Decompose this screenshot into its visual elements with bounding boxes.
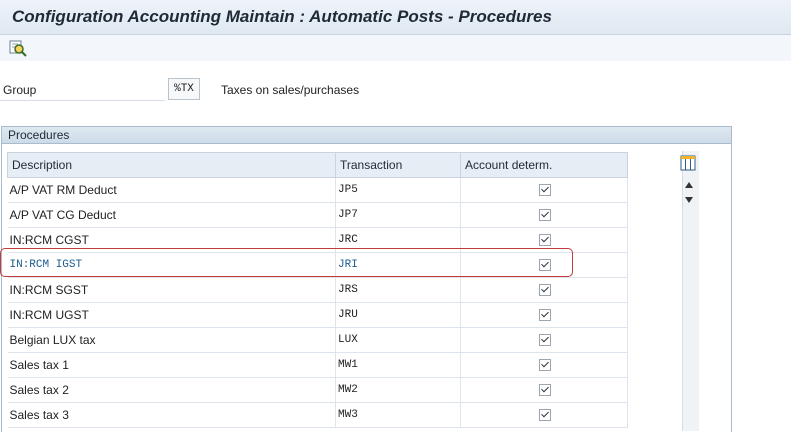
scroll-up-icon[interactable] [683, 180, 695, 190]
account-determ-checkbox[interactable] [539, 234, 551, 246]
column-header-transaction[interactable]: Transaction [335, 152, 461, 178]
table-header-row: Description Transaction Account determ. [7, 152, 628, 178]
table-settings-icon[interactable] [680, 155, 696, 171]
table-row[interactable]: IN:RCM CGST JRC [7, 227, 628, 253]
description-cell[interactable]: Sales tax 3 [7, 402, 336, 428]
table-row[interactable]: Belgian LUX tax LUX [7, 327, 628, 353]
account-determ-checkbox[interactable] [539, 384, 551, 396]
account-determ-checkbox[interactable] [539, 409, 551, 421]
table-row[interactable]: IN:RCM SGST JRS [7, 277, 628, 303]
column-header-description[interactable]: Description [7, 152, 336, 178]
description-cell[interactable]: A/P VAT CG Deduct [7, 202, 336, 228]
account-determ-cell [460, 352, 628, 378]
description-cell[interactable]: Belgian LUX tax [7, 327, 336, 353]
account-determ-cell [460, 252, 628, 278]
toolbar [0, 35, 791, 61]
account-determ-checkbox[interactable] [539, 284, 551, 296]
scrollbar[interactable] [682, 151, 699, 431]
description-cell[interactable]: A/P VAT RM Deduct [7, 177, 336, 203]
account-determ-cell [460, 202, 628, 228]
table-row[interactable]: A/P VAT CG Deduct JP7 [7, 202, 628, 228]
table-row[interactable]: Sales tax 1 MW1 [7, 352, 628, 378]
find-icon[interactable] [9, 39, 27, 57]
account-determ-checkbox[interactable] [539, 359, 551, 371]
procedures-panel: Procedures Description Transaction Accou… [1, 126, 732, 432]
procedures-table: Description Transaction Account determ. … [7, 152, 628, 428]
account-determ-checkbox[interactable] [539, 209, 551, 221]
transaction-cell[interactable]: JP5 [335, 177, 461, 203]
group-divider [0, 100, 165, 101]
transaction-cell[interactable]: JRS [335, 277, 461, 303]
procedures-title: Procedures [2, 127, 731, 144]
account-determ-checkbox[interactable] [539, 309, 551, 321]
account-determ-cell [460, 377, 628, 403]
account-determ-cell [460, 277, 628, 303]
account-determ-cell [460, 327, 628, 353]
description-cell[interactable]: Sales tax 2 [7, 377, 336, 403]
table-row[interactable]: IN:RCM IGST JRI [7, 252, 628, 278]
group-label: Group [3, 83, 37, 97]
title-bar: Configuration Accounting Maintain : Auto… [0, 0, 791, 35]
transaction-cell[interactable]: LUX [335, 327, 461, 353]
description-cell[interactable]: IN:RCM UGST [7, 302, 336, 328]
page-title: Configuration Accounting Maintain : Auto… [12, 7, 552, 26]
account-determ-checkbox[interactable] [539, 259, 551, 271]
table-row[interactable]: A/P VAT RM Deduct JP5 [7, 177, 628, 203]
table-row[interactable]: Sales tax 3 MW3 [7, 402, 628, 428]
account-determ-cell [460, 177, 628, 203]
transaction-cell[interactable]: MW2 [335, 377, 461, 403]
group-description: Taxes on sales/purchases [221, 83, 360, 97]
transaction-cell[interactable]: JRI [335, 252, 461, 278]
account-determ-cell [460, 302, 628, 328]
transaction-cell[interactable]: MW1 [335, 352, 461, 378]
transaction-cell[interactable]: JRC [335, 227, 461, 253]
group-field[interactable]: %TX [168, 78, 200, 100]
account-determ-checkbox[interactable] [539, 184, 551, 196]
transaction-cell[interactable]: JRU [335, 302, 461, 328]
table-row[interactable]: IN:RCM UGST JRU [7, 302, 628, 328]
account-determ-cell [460, 227, 628, 253]
description-cell[interactable]: Sales tax 1 [7, 352, 336, 378]
description-cell[interactable]: IN:RCM IGST [7, 252, 336, 278]
scroll-down-icon[interactable] [683, 195, 695, 205]
description-cell[interactable]: IN:RCM CGST [7, 227, 336, 253]
column-header-account-determ[interactable]: Account determ. [460, 152, 628, 178]
account-determ-checkbox[interactable] [539, 334, 551, 346]
description-cell[interactable]: IN:RCM SGST [7, 277, 336, 303]
transaction-cell[interactable]: MW3 [335, 402, 461, 428]
transaction-cell[interactable]: JP7 [335, 202, 461, 228]
account-determ-cell [460, 402, 628, 428]
table-row[interactable]: Sales tax 2 MW2 [7, 377, 628, 403]
